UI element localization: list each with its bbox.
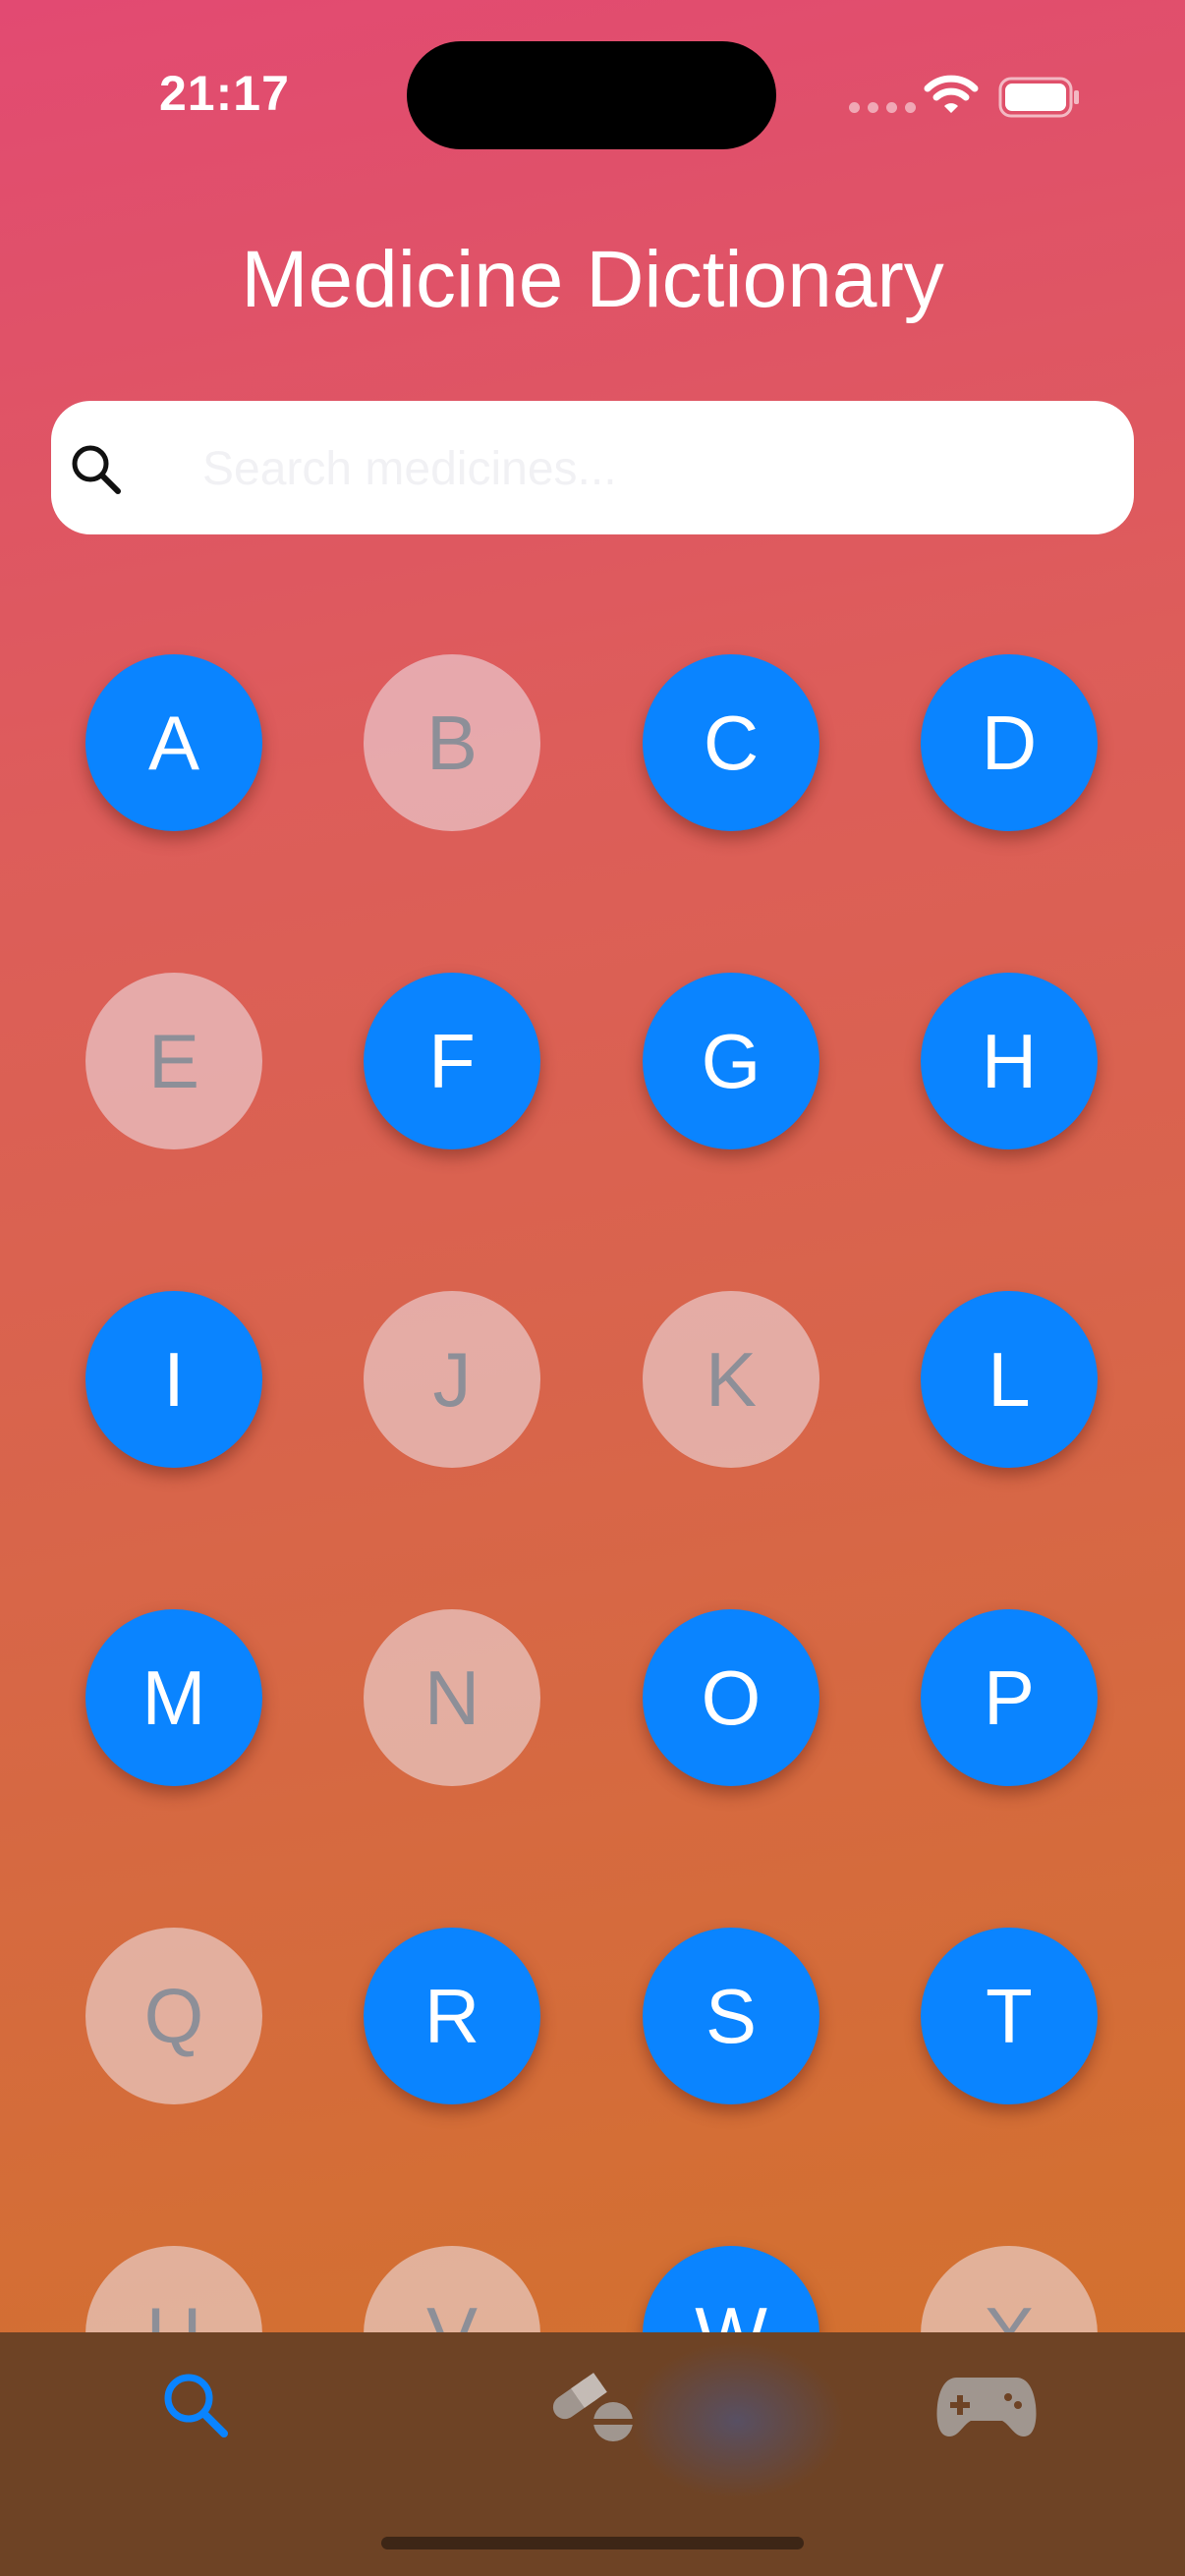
letter-button-s[interactable]: S [643,1928,819,2104]
letter-button-m[interactable]: M [85,1609,262,1786]
letter-button-t[interactable]: T [921,1928,1098,2104]
search-bar[interactable] [51,401,1134,534]
battery-icon [998,77,1079,118]
tab-medicines[interactable] [494,2332,691,2480]
status-time: 21:17 [159,66,290,121]
letter-button-b[interactable]: B [364,654,540,831]
letter-button-p[interactable]: P [921,1609,1098,1786]
letter-button-k[interactable]: K [643,1291,819,1468]
search-input[interactable] [200,426,1089,511]
letter-button-d[interactable]: D [921,654,1098,831]
dynamic-island [407,41,776,149]
letter-button-j[interactable]: J [364,1291,540,1468]
letter-button-h[interactable]: H [921,973,1098,1149]
search-icon [164,2374,228,2437]
search-icon [72,445,121,494]
letter-button-n[interactable]: N [364,1609,540,1786]
home-indicator [381,2537,804,2549]
letter-button-o[interactable]: O [643,1609,819,1786]
letter-button-q[interactable]: Q [85,1928,262,2104]
letter-button-l[interactable]: L [921,1291,1098,1468]
gamepad-icon [936,2378,1037,2436]
cellular-signal-icon [849,102,916,113]
letter-button-i[interactable]: I [85,1291,262,1468]
tab-search[interactable] [98,2332,295,2480]
letter-button-f[interactable]: F [364,973,540,1149]
letter-button-e[interactable]: E [85,973,262,1149]
letter-button-r[interactable]: R [364,1928,540,2104]
page-title: Medicine Dictionary [241,235,944,324]
letter-button-a[interactable]: A [85,654,262,831]
letter-button-g[interactable]: G [643,973,819,1149]
tab-games[interactable] [888,2332,1085,2480]
letter-button-c[interactable]: C [643,654,819,831]
wifi-icon [924,75,979,113]
pills-icon [552,2373,635,2441]
